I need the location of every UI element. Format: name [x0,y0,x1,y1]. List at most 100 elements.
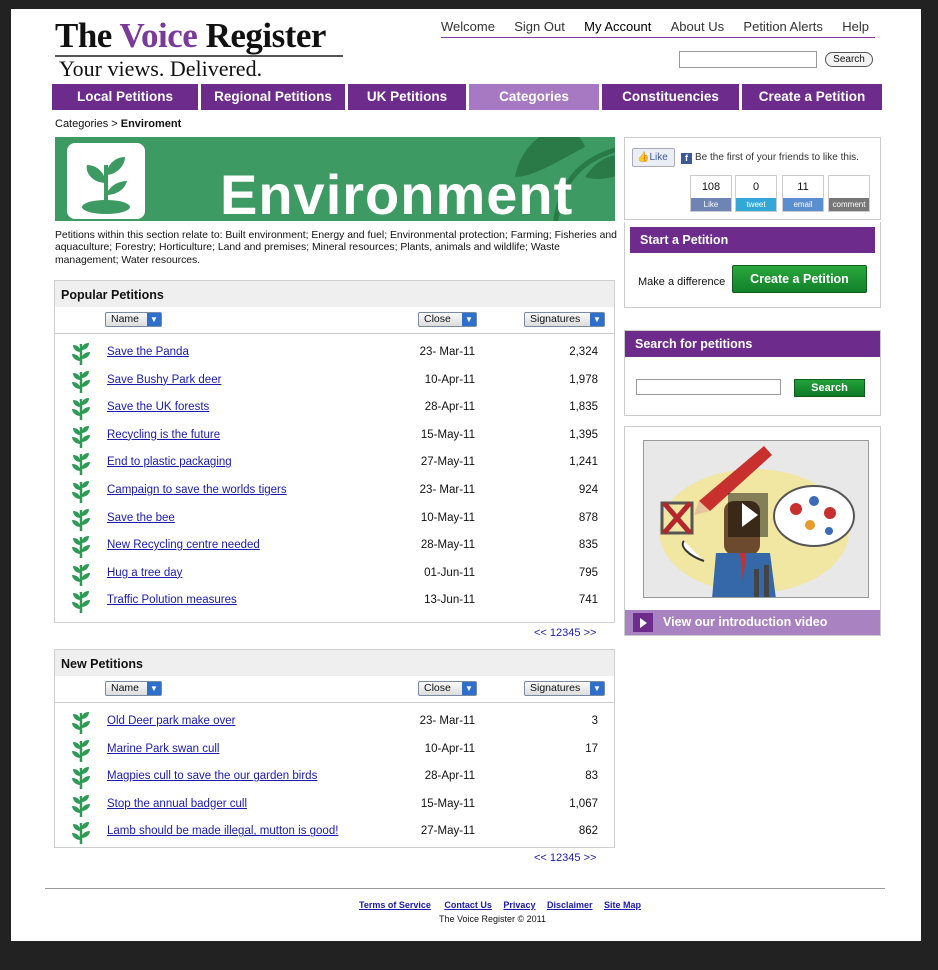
petition-signatures: 1,978 [569,373,598,386]
petition-row: Save Bushy Park deer 10-Apr-11 1,978 [55,366,614,394]
petition-search-input[interactable] [636,379,781,395]
topnav-welcome[interactable]: Welcome [441,19,495,37]
nav-constituencies[interactable]: Constituencies [602,84,739,110]
start-petition-text: Make a difference [638,276,726,288]
topnav-about-us[interactable]: About Us [671,19,724,37]
pager-page-5[interactable]: 5 [574,627,580,639]
footer-links: Terms of Service Contact Us Privacy Disc… [359,900,650,910]
footer-terms-link[interactable]: Terms of Service [359,900,431,910]
petition-close-date: 28-Apr-11 [424,401,475,414]
thumbs-up-icon: 👍 [637,152,650,163]
sprout-icon [72,370,90,393]
petition-link[interactable]: End to plastic packaging [107,456,232,468]
nav-uk-petitions[interactable]: UK Petitions [348,84,466,110]
pager-prev[interactable]: << [534,627,547,639]
sort-by-signatures-button[interactable]: Signatures ▼ [524,312,605,327]
petition-link[interactable]: New Recycling centre needed [107,539,260,551]
new-petitions-panel: New Petitions Name ▼ Close ▼ Signatures ▼ O… [54,649,615,848]
top-nav: Welcome Sign Out My Account About Us Pet… [441,19,875,38]
petition-signatures: 862 [578,825,598,838]
create-petition-button[interactable]: Create a Petition [732,265,867,293]
petition-close-date: 10-Apr-11 [424,742,475,755]
new-petitions-list: Old Deer park make over 23- Mar-11 3 Marine… [55,703,614,845]
petition-row: Save the UK forests 28-Apr-11 1,835 [55,393,614,421]
share-email-counter[interactable]: 11 email [782,175,824,212]
petition-link[interactable]: Hug a tree day [107,567,182,579]
petition-row: Save the Panda 23- Mar-11 2,324 [55,338,614,366]
petition-close-date: 23- Mar-11 [419,715,475,727]
nav-categories[interactable]: Categories [469,84,599,110]
breadcrumb-parent[interactable]: Categories [55,118,108,130]
sort-by-name-button[interactable]: Name ▼ [105,312,162,327]
facebook-like-button[interactable]: 👍Like [632,148,675,167]
petition-link[interactable]: Campaign to save the worlds tigers [107,484,287,496]
petition-signatures: 924 [578,483,598,496]
petition-link[interactable]: Save the Panda [107,346,189,358]
topnav-help[interactable]: Help [842,19,869,37]
chevron-down-icon: ▼ [590,682,604,695]
header-search-input[interactable] [679,51,817,68]
pager-next[interactable]: >> [584,627,597,639]
sort-by-close-button[interactable]: Close ▼ [418,312,477,327]
petition-close-date: 23- Mar-11 [419,346,475,358]
sprout-icon [72,398,90,421]
footer-contact-link[interactable]: Contact Us [444,900,492,910]
petition-link[interactable]: Magpies cull to save the our garden bird… [107,770,317,782]
petition-close-date: 10-Apr-11 [424,373,475,386]
share-like-counter[interactable]: 108 Like [690,175,732,212]
sprout-icon [72,343,90,365]
banner-sprout-icon [67,143,145,219]
sprout-icon [72,425,90,448]
footer-privacy-link[interactable]: Privacy [503,900,535,910]
sort-by-signatures-button[interactable]: Signatures ▼ [524,681,605,696]
nav-local-petitions[interactable]: Local Petitions [52,84,198,110]
category-intro: Petitions within this section relate to:… [55,230,617,266]
petition-link[interactable]: Lamb should be made illegal, mutton is g… [107,825,338,837]
petition-link[interactable]: Marine Park swan cull [107,743,219,755]
sprout-icon [72,739,90,762]
pager-page-5[interactable]: 5 [574,852,580,864]
view-intro-video-link[interactable]: View our introduction video [625,610,880,635]
header-search-button[interactable]: Search [825,52,873,67]
sort-by-name-button[interactable]: Name ▼ [105,681,162,696]
petition-link[interactable]: Recycling is the future [107,429,220,441]
petition-link[interactable]: Save the UK forests [107,401,209,413]
topnav-petition-alerts[interactable]: Petition Alerts [743,19,823,37]
sprout-icon [72,794,90,817]
topnav-sign-out[interactable]: Sign Out [514,19,565,37]
intro-video-player[interactable] [643,440,869,598]
petition-link[interactable]: Save Bushy Park deer [107,374,221,386]
petition-link[interactable]: Save the bee [107,512,175,524]
main-nav: Local Petitions Regional Petitions UK Pe… [52,84,888,110]
pager-prev[interactable]: << [534,852,547,864]
petition-link[interactable]: Old Deer park make over [107,715,235,727]
footer-copyright: The Voice Register © 2011 [439,914,547,924]
nav-create-petition[interactable]: Create a Petition [742,84,882,110]
site-logo[interactable]: The Voice Register Your views. Delivered… [55,18,343,81]
petition-row: Hug a tree day 01-Jun-11 795 [55,559,614,587]
petition-signatures: 878 [578,511,598,524]
footer-sitemap-link[interactable]: Site Map [604,900,641,910]
petition-close-date: 13-Jun-11 [424,594,475,607]
petition-link[interactable]: Traffic Polution measures [107,594,237,606]
petition-close-date: 01-Jun-11 [424,566,475,579]
nav-regional-petitions[interactable]: Regional Petitions [201,84,345,110]
popular-petitions-panel: Popular Petitions Name ▼ Close ▼ Signature… [54,280,615,623]
footer-disclaimer-link[interactable]: Disclaimer [547,900,593,910]
petition-signatures: 1,067 [569,797,598,810]
petition-signatures: 795 [578,566,598,579]
intro-video-box: View our introduction video [624,426,881,636]
petition-search-button[interactable]: Search [794,379,865,397]
sprout-icon [72,480,90,503]
sprout-icon [72,536,90,559]
sort-by-close-button[interactable]: Close ▼ [418,681,477,696]
petition-link[interactable]: Stop the annual badger cull [107,798,247,810]
chevron-down-icon: ▼ [462,313,476,326]
facebook-icon: f [681,153,692,164]
play-icon [633,613,653,632]
share-comment-counter[interactable]: comment [828,175,870,212]
share-tweet-counter[interactable]: 0 tweet [735,175,777,212]
petition-close-date: 28-May-11 [420,539,475,552]
pager-next[interactable]: >> [584,852,597,864]
topnav-my-account[interactable]: My Account [584,19,651,37]
